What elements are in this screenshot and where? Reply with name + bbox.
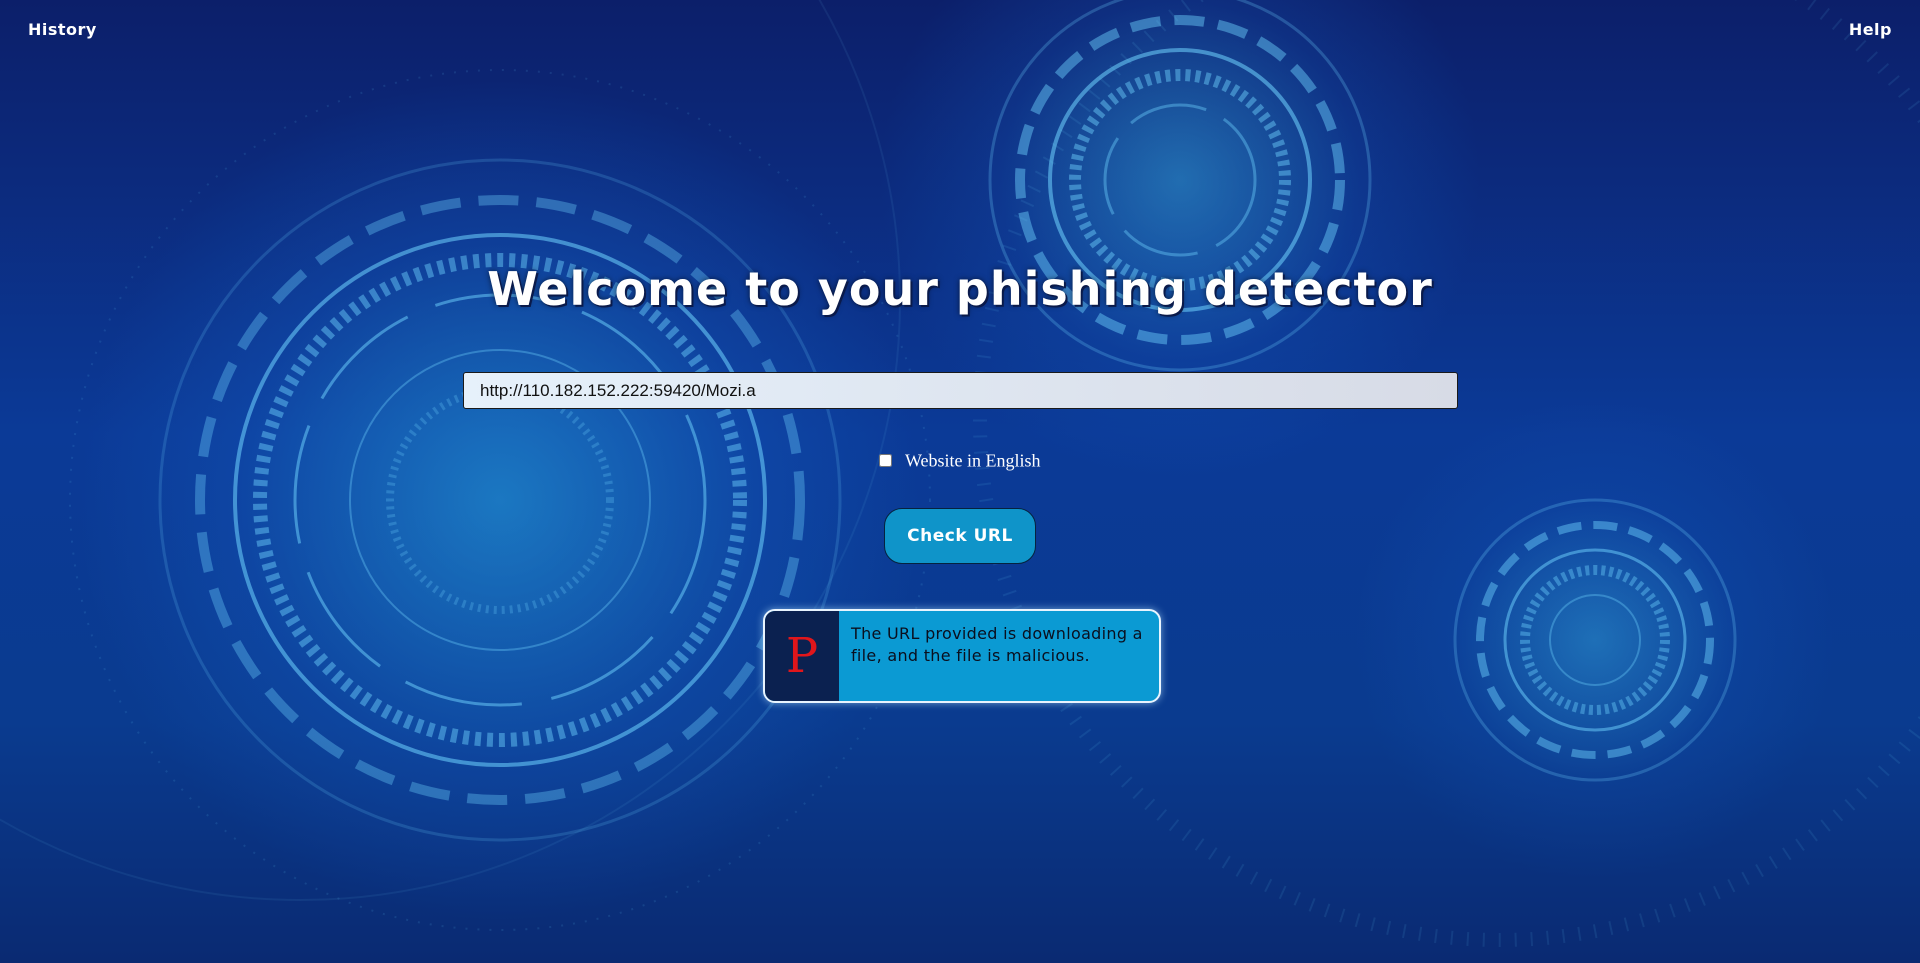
check-url-button[interactable]: Check URL (884, 508, 1036, 564)
result-message: The URL provided is downloading a file, … (851, 624, 1143, 665)
background-tech-circles (0, 0, 1920, 947)
history-link[interactable]: History (28, 20, 97, 39)
english-checkbox-label[interactable]: Website in English (905, 450, 1041, 470)
url-input[interactable] (463, 372, 1458, 409)
result-card: P The URL provided is downloading a file… (763, 609, 1161, 703)
page-title: Welcome to your phishing detector (487, 262, 1433, 316)
help-link[interactable]: Help (1849, 20, 1892, 39)
english-option: Website in English (0, 449, 1920, 471)
phishing-badge-icon: P (765, 611, 839, 701)
english-checkbox[interactable] (879, 454, 893, 468)
